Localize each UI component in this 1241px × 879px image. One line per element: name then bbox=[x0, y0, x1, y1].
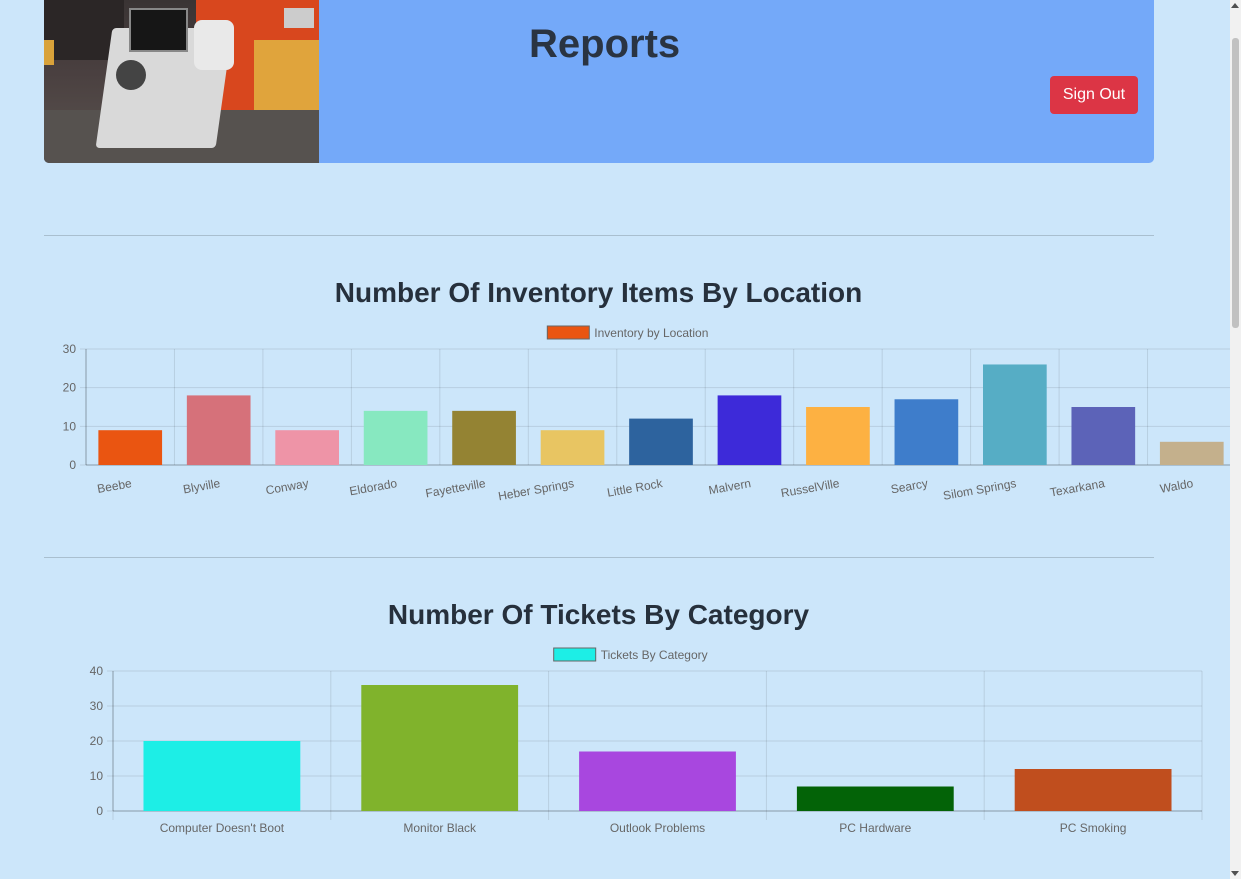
x-tick-label: Searcy bbox=[890, 476, 929, 496]
y-tick-label: 10 bbox=[90, 769, 104, 783]
bar[interactable] bbox=[452, 410, 516, 465]
legend-label[interactable]: Inventory by Location bbox=[594, 326, 708, 340]
x-tick-label: Beebe bbox=[96, 476, 133, 496]
bar[interactable] bbox=[361, 685, 519, 811]
x-tick-label: Computer Doesn't Boot bbox=[160, 821, 285, 835]
x-tick-label: RusselVille bbox=[780, 476, 841, 500]
y-tick-label: 30 bbox=[63, 342, 77, 356]
legend-swatch[interactable] bbox=[546, 325, 590, 340]
sign-out-button[interactable]: Sign Out bbox=[1050, 76, 1138, 114]
bar[interactable] bbox=[1071, 407, 1136, 465]
bar[interactable] bbox=[363, 410, 428, 465]
header-banner: Reports Sign Out bbox=[44, 0, 1154, 163]
x-tick-label: Malvern bbox=[708, 476, 752, 497]
y-tick-label: 30 bbox=[90, 699, 104, 713]
scrollbar-thumb[interactable] bbox=[1232, 38, 1239, 328]
x-tick-label: Outlook Problems bbox=[610, 821, 705, 835]
page-title: Reports bbox=[529, 22, 681, 66]
x-tick-label: Monitor Black bbox=[403, 821, 477, 835]
bar[interactable] bbox=[629, 418, 693, 465]
help-desk-photo bbox=[44, 0, 319, 163]
x-tick-label: PC Hardware bbox=[839, 821, 911, 835]
bar[interactable] bbox=[98, 430, 163, 465]
bar[interactable] bbox=[796, 786, 954, 812]
bar[interactable] bbox=[983, 364, 1047, 465]
bar[interactable] bbox=[186, 395, 251, 465]
y-tick-label: 0 bbox=[96, 804, 103, 818]
x-tick-label: Heber Springs bbox=[497, 476, 575, 503]
bar[interactable] bbox=[540, 430, 605, 465]
x-tick-label: Fayetteville bbox=[424, 476, 487, 500]
bar[interactable] bbox=[717, 395, 782, 465]
inventory-by-location-chart: Inventory by Location 0 10 20 30 Beebe Blyvill… bbox=[63, 325, 1231, 503]
bar[interactable] bbox=[1014, 769, 1172, 811]
vertical-scrollbar[interactable] bbox=[1230, 0, 1241, 879]
legend-label[interactable]: Tickets By Category bbox=[601, 648, 708, 662]
x-tick-label: Silom Springs bbox=[942, 476, 1017, 503]
divider bbox=[44, 235, 1154, 236]
scroll-up-icon[interactable] bbox=[1231, 3, 1239, 8]
x-tick-label: Eldorado bbox=[348, 476, 398, 498]
x-tick-label: PC Smoking bbox=[1060, 821, 1127, 835]
y-tick-label: 20 bbox=[63, 381, 77, 395]
bar[interactable] bbox=[806, 407, 870, 465]
tickets-chart-title: Number Of Tickets By Category bbox=[387, 599, 810, 630]
legend-swatch[interactable] bbox=[553, 647, 597, 662]
x-tick-label: Blyville bbox=[182, 476, 222, 496]
bar[interactable] bbox=[143, 741, 301, 811]
bar[interactable] bbox=[579, 751, 736, 812]
tickets-by-category-chart: Tickets By Category 0 10 20 30 40 Computer Doe… bbox=[90, 647, 1203, 835]
divider bbox=[44, 557, 1154, 558]
y-tick-label: 0 bbox=[69, 458, 76, 472]
bar[interactable] bbox=[275, 430, 339, 465]
y-tick-label: 10 bbox=[63, 419, 77, 433]
x-tick-label: Little Rock bbox=[606, 476, 665, 500]
x-tick-label: Waldo bbox=[1159, 476, 1195, 496]
bar[interactable] bbox=[1159, 441, 1224, 465]
y-tick-label: 20 bbox=[90, 734, 104, 748]
x-tick-label: Conway bbox=[265, 476, 310, 497]
inventory-chart-title: Number Of Inventory Items By Location bbox=[334, 277, 863, 308]
bar[interactable] bbox=[894, 399, 959, 465]
x-tick-label: Texarkana bbox=[1049, 476, 1106, 499]
scroll-down-icon[interactable] bbox=[1231, 871, 1239, 876]
y-tick-label: 40 bbox=[90, 664, 104, 678]
